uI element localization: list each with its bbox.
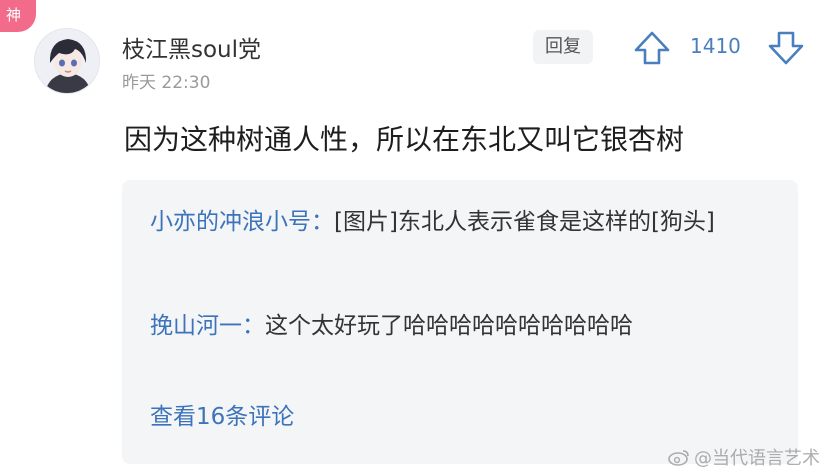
god-comment-badge: 神 [0, 0, 36, 32]
reply-text: 这个太好玩了哈哈哈哈哈哈哈哈哈哈 [265, 313, 633, 339]
reply-item[interactable]: 小亦的冲浪小号：[图片]东北人表示雀食是这样的[狗头] [150, 202, 770, 242]
replies-panel: 小亦的冲浪小号：[图片]东北人表示雀食是这样的[狗头] 挽山河一：这个太好玩了哈… [122, 180, 798, 464]
comment-username[interactable]: 枝江黑soul党 [122, 30, 261, 64]
comment-timestamp: 昨天 22:30 [122, 73, 211, 93]
badge-label: 神 [6, 6, 22, 24]
reply-separator: ： [242, 313, 265, 339]
watermark: @当代语言艺术 [668, 444, 823, 470]
reply-text: [图片]东北人表示雀食是这样的[狗头] [334, 209, 715, 235]
reply-separator: ： [311, 209, 334, 235]
reply-author[interactable]: 挽山河一 [150, 313, 242, 339]
downvote-arrow-icon[interactable] [766, 30, 806, 66]
vote-count: 1410 [690, 34, 741, 58]
upvote-arrow-icon[interactable] [632, 30, 672, 66]
comment-body: 因为这种树通人性，所以在东北又叫它银杏树 [124, 123, 685, 156]
reply-button[interactable]: 回复 [533, 30, 593, 64]
watermark-text: @当代语言艺术 [694, 448, 820, 469]
reply-item[interactable]: 挽山河一：这个太好玩了哈哈哈哈哈哈哈哈哈哈 [150, 306, 770, 346]
view-more-replies-link[interactable]: 查看16条评论 [150, 397, 294, 431]
reply-author[interactable]: 小亦的冲浪小号 [150, 209, 311, 235]
avatar[interactable] [34, 28, 100, 94]
avatar-image [35, 29, 99, 93]
weibo-logo-icon [668, 450, 689, 466]
